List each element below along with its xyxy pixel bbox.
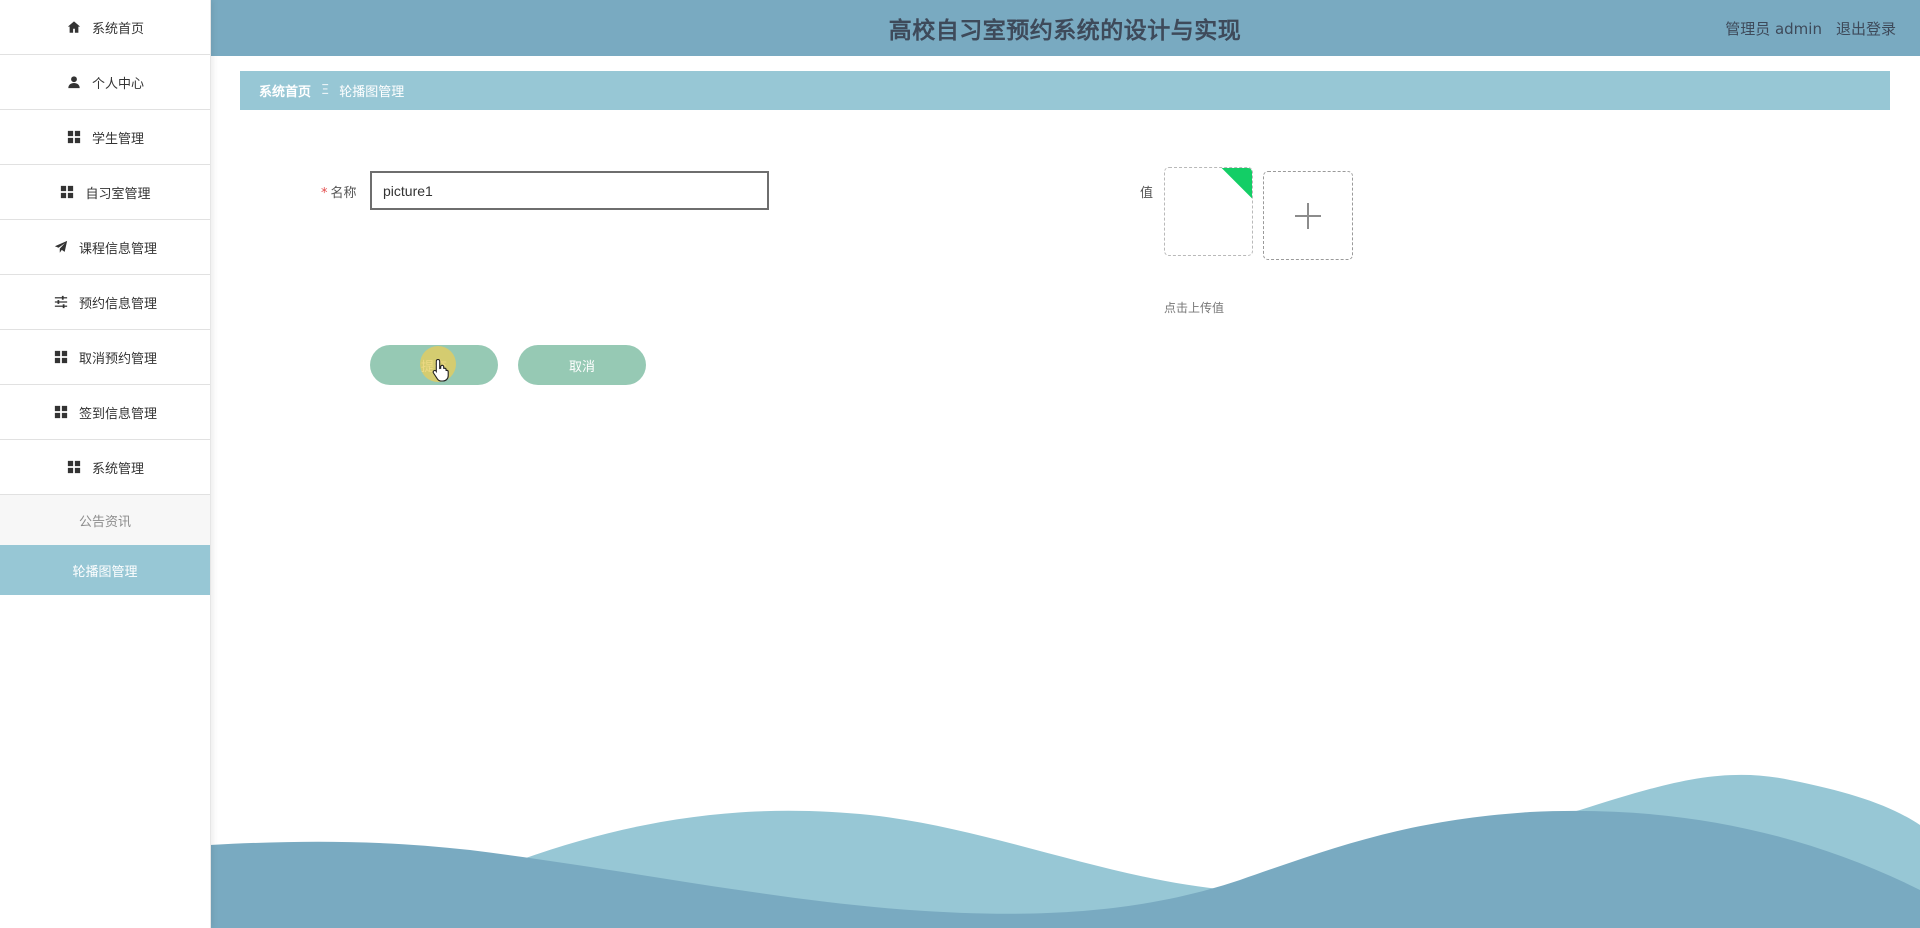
header-user-area: 管理员 admin 退出登录	[1725, 0, 1896, 56]
cancel-button[interactable]: 取消	[518, 345, 646, 385]
current-user: 管理员 admin	[1725, 19, 1822, 38]
send-icon	[53, 239, 69, 255]
sidebar-item-study-rooms[interactable]: 自习室管理	[0, 165, 210, 220]
grid-icon	[66, 459, 82, 475]
image-upload-button[interactable]	[1263, 171, 1353, 260]
breadcrumb-home[interactable]: 系统首页	[259, 81, 311, 100]
required-mark: *	[321, 186, 328, 201]
app-title: 高校自习室预约系统的设计与实现	[888, 18, 1242, 44]
top-header: 高校自习室预约系统的设计与实现 管理员 admin 退出登录	[210, 0, 1920, 56]
sidebar-item-label: 课程信息管理	[78, 241, 157, 257]
sidebar-item-profile[interactable]: 个人中心	[0, 55, 210, 110]
sidebar-subitem-announcements[interactable]: 公告资讯	[0, 495, 210, 545]
sidebar: 系统首页 个人中心 学生管理 自习室管理 课程信息管理 预约信息管理 取消预约管…	[0, 0, 211, 928]
value-label: 值	[1140, 186, 1154, 201]
sidebar-item-label: 个人中心	[91, 76, 144, 92]
name-label-text: 名称	[330, 186, 357, 201]
plus-icon	[1295, 202, 1321, 229]
sidebar-subitem-label: 轮播图管理	[72, 564, 138, 580]
grid-icon	[59, 184, 75, 200]
sidebar-item-reservations[interactable]: 预约信息管理	[0, 275, 210, 330]
sidebar-subitem-carousel[interactable]: 轮播图管理	[0, 545, 210, 595]
sidebar-item-label: 系统管理	[91, 461, 144, 477]
sidebar-item-label: 系统首页	[91, 21, 144, 37]
sidebar-item-label: 签到信息管理	[78, 406, 157, 422]
submit-button[interactable]: 提交	[370, 345, 498, 385]
upload-hint: 点击上传值	[1164, 301, 1225, 315]
sidebar-item-students[interactable]: 学生管理	[0, 110, 210, 165]
logout-link[interactable]: 退出登录	[1836, 18, 1896, 39]
sidebar-subitem-label: 公告资讯	[78, 514, 131, 530]
sidebar-item-label: 预约信息管理	[78, 296, 157, 312]
sidebar-item-system[interactable]: 系统管理	[0, 440, 210, 495]
sliders-icon	[53, 294, 69, 310]
sidebar-item-cancellations[interactable]: 取消预约管理	[0, 330, 210, 385]
name-input[interactable]	[370, 171, 769, 210]
sidebar-item-home[interactable]: 系统首页	[0, 0, 210, 55]
breadcrumb: 系统首页 Ξ 轮播图管理	[240, 71, 1890, 110]
upload-success-badge	[1220, 168, 1252, 200]
grid-icon	[53, 404, 69, 420]
breadcrumb-current: 轮播图管理	[339, 85, 405, 100]
sidebar-item-courses[interactable]: 课程信息管理	[0, 220, 210, 275]
sidebar-item-label: 自习室管理	[85, 186, 151, 202]
uploaded-image-thumbnail[interactable]	[1164, 167, 1253, 256]
sidebar-item-checkins[interactable]: 签到信息管理	[0, 385, 210, 440]
home-icon	[66, 19, 82, 35]
grid-icon	[53, 349, 69, 365]
grid-icon	[66, 129, 82, 145]
sidebar-item-label: 取消预约管理	[78, 351, 157, 367]
sidebar-item-label: 学生管理	[91, 131, 144, 147]
decorative-waves	[210, 774, 1920, 928]
breadcrumb-separator: Ξ	[321, 83, 330, 98]
user-icon	[66, 74, 82, 90]
name-label: * 名称	[321, 182, 357, 201]
